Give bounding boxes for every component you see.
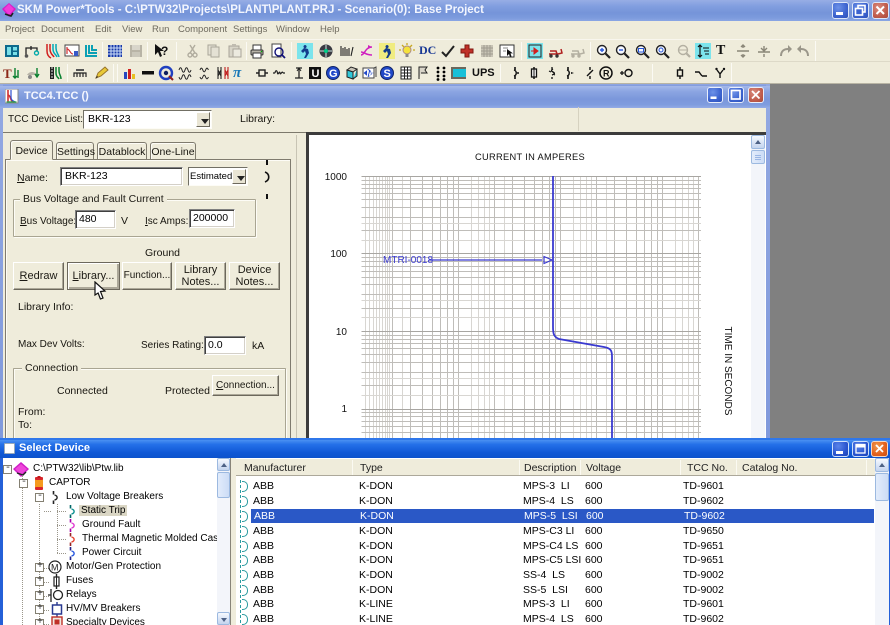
svg-text:MTRI-0018: MTRI-0018 xyxy=(383,255,433,266)
svg-text:M: M xyxy=(367,69,374,78)
svg-text:R: R xyxy=(603,69,610,79)
svg-text:1: 1 xyxy=(341,404,347,415)
svg-text:10: 10 xyxy=(336,327,348,338)
svg-text:S: S xyxy=(384,68,391,80)
svg-text:100: 100 xyxy=(330,249,347,260)
svg-text:M: M xyxy=(51,563,59,573)
svg-text:?: ? xyxy=(161,44,168,58)
svg-text:TIME IN SECONDS: TIME IN SECONDS xyxy=(722,327,733,416)
svg-text:T: T xyxy=(3,66,12,81)
svg-text:1000: 1000 xyxy=(325,172,348,183)
svg-text:U: U xyxy=(312,68,320,80)
svg-text:CURRENT IN AMPERES: CURRENT IN AMPERES xyxy=(475,152,585,162)
svg-text:G: G xyxy=(329,68,338,80)
